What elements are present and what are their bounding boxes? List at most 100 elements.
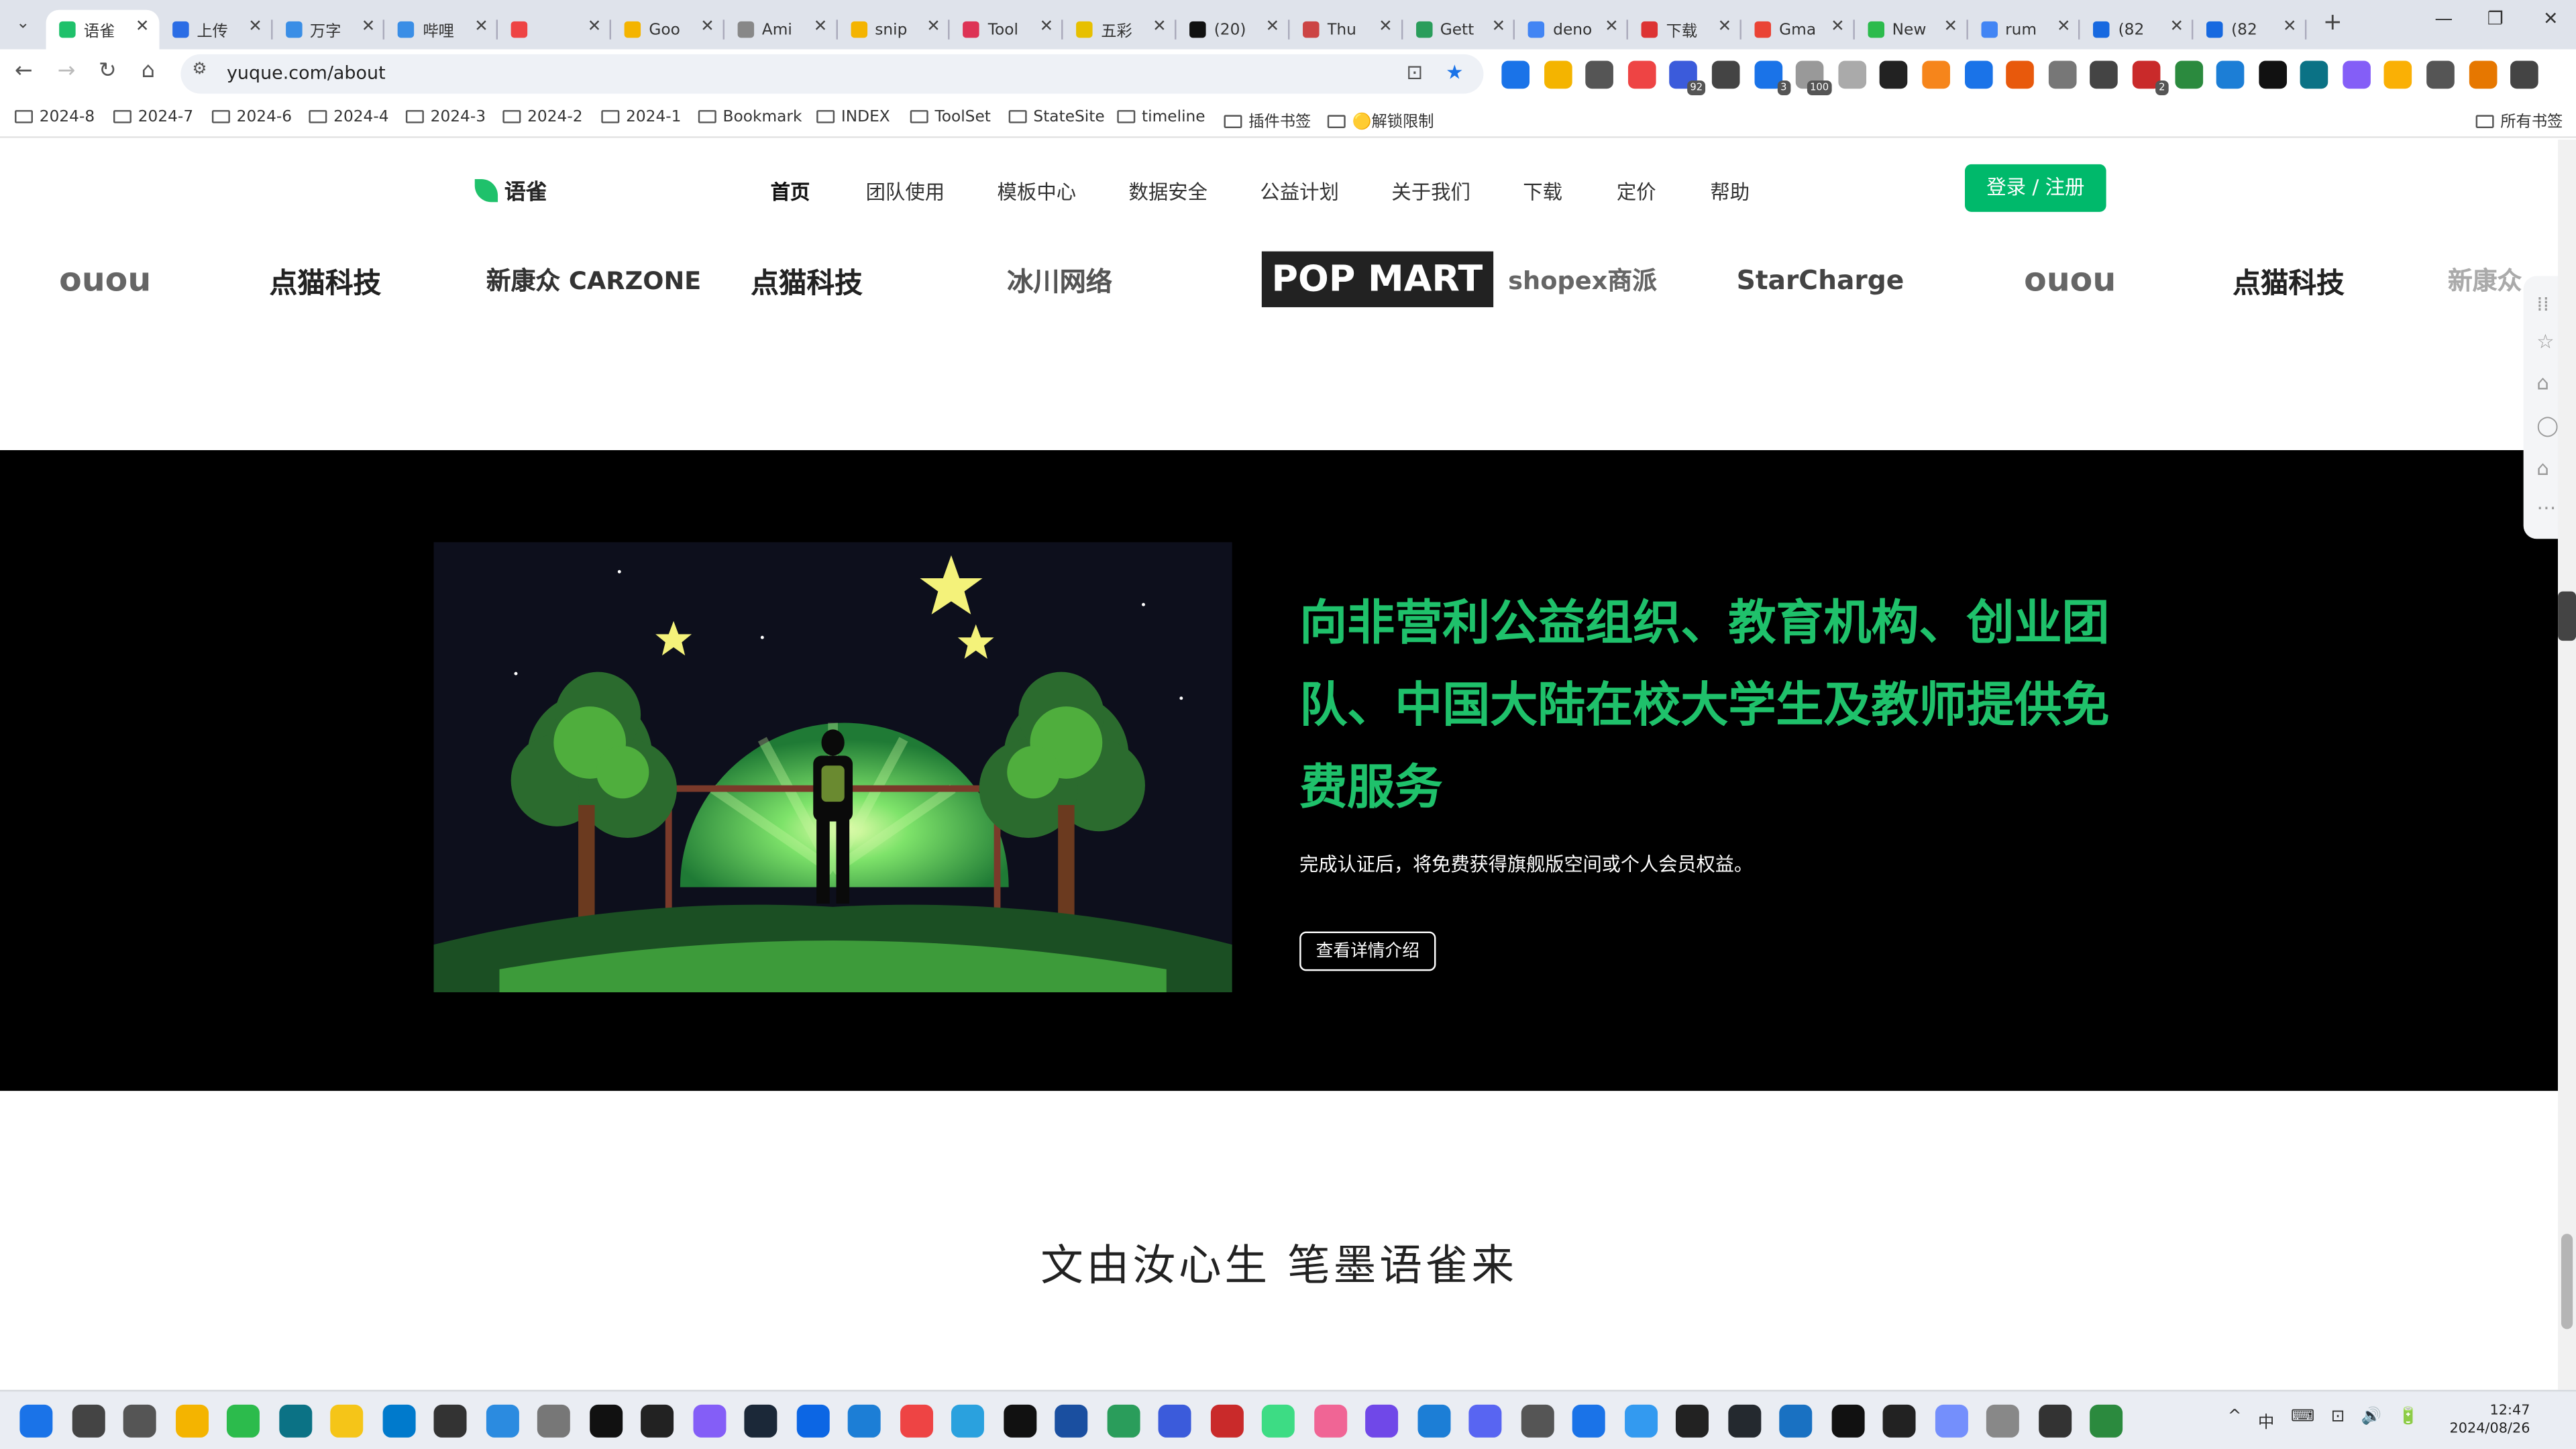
ext-trophy-icon[interactable] — [1585, 60, 1614, 89]
chrome-icon[interactable] — [174, 1404, 208, 1438]
calc-icon[interactable] — [1934, 1404, 1968, 1438]
yuque-logo[interactable]: 语雀 — [474, 174, 547, 205]
browser-tab[interactable]: Thu ✕ — [1289, 10, 1403, 50]
browser-tab[interactable]: 下载 ✕ — [1628, 10, 1741, 50]
tab-search-button[interactable]: ⌄ — [8, 10, 38, 40]
tab-close-icon[interactable]: ✕ — [814, 18, 828, 36]
browser-tab[interactable]: Gma ✕ — [1741, 10, 1855, 50]
browser-tab[interactable]: deno ✕ — [1515, 10, 1629, 50]
dark-icon[interactable] — [1882, 1404, 1916, 1438]
site-menu-item[interactable]: 首页 — [771, 177, 810, 205]
folder-icon[interactable] — [1365, 1404, 1399, 1438]
browser-tab[interactable]: Ami ✕ — [724, 10, 837, 50]
browser-tab[interactable]: snip ✕ — [837, 10, 951, 50]
side-more-icon[interactable]: ⋯ — [2536, 496, 2556, 519]
bookmark-folder[interactable]: 2024-1 — [601, 109, 681, 127]
tab-close-icon[interactable]: ✕ — [248, 18, 262, 36]
ext-shield-icon[interactable] — [2090, 60, 2118, 89]
ext-teal-icon[interactable] — [2300, 60, 2328, 89]
store-icon[interactable] — [847, 1404, 881, 1438]
side-home-icon[interactable]: ⌂ — [2536, 457, 2549, 480]
browser-tab[interactable]: rum ✕ — [1968, 10, 2081, 50]
browser-tab[interactable]: 上传 ✕ — [159, 10, 272, 50]
bookmark-folder[interactable]: timeline — [1117, 109, 1205, 127]
tab-close-icon[interactable]: ✕ — [2170, 18, 2184, 36]
photos-icon[interactable] — [1986, 1404, 2019, 1438]
bookmark-folder[interactable]: 2024-3 — [405, 109, 486, 127]
bookmark-star-icon[interactable]: ★ — [1446, 61, 1463, 84]
browser-tab[interactable]: Tool ✕ — [950, 10, 1063, 50]
browser-tab[interactable]: 万字 ✕ — [272, 10, 386, 50]
bookmark-folder[interactable]: 2024-2 — [502, 109, 583, 127]
tab-close-icon[interactable]: ✕ — [1718, 18, 1732, 36]
back-button[interactable]: ← — [15, 59, 33, 84]
site-menu-item[interactable]: 公益计划 — [1260, 177, 1339, 205]
board-icon[interactable] — [796, 1404, 829, 1438]
tray-icon[interactable]: 🔊 — [2361, 1408, 2381, 1433]
ext-photo-icon[interactable] — [2216, 60, 2245, 89]
site-menu-item[interactable]: 下载 — [1523, 177, 1562, 205]
ext-y-icon[interactable] — [1964, 60, 1992, 89]
check-icon[interactable] — [1417, 1404, 1450, 1438]
restore-button[interactable]: ❐ — [2487, 8, 2504, 30]
notes-icon[interactable] — [641, 1404, 674, 1438]
grid-icon[interactable] — [899, 1404, 932, 1438]
browser-tab[interactable]: Gett ✕ — [1402, 10, 1515, 50]
telegram-icon[interactable] — [951, 1404, 984, 1438]
tab-close-icon[interactable]: ✕ — [700, 18, 714, 36]
ext-2-icon[interactable]: 2 — [2132, 60, 2169, 96]
tab-close-icon[interactable]: ✕ — [588, 18, 602, 36]
github-icon[interactable] — [1727, 1404, 1761, 1438]
site-menu-item[interactable]: 数据安全 — [1128, 177, 1208, 205]
ext-fox-icon[interactable] — [1922, 60, 1950, 89]
ext-dark-icon[interactable] — [1880, 60, 1909, 89]
tab-close-icon[interactable]: ✕ — [2283, 18, 2297, 36]
url-text[interactable]: yuque.com/about — [227, 62, 386, 84]
browser-tab[interactable]: 语雀 ✕ — [46, 9, 160, 50]
forward-button[interactable]: → — [58, 59, 76, 84]
box-icon[interactable] — [1572, 1404, 1605, 1438]
tray-icon[interactable]: 中 — [2258, 1408, 2274, 1433]
ext-m-icon[interactable] — [2048, 60, 2076, 89]
address-bar[interactable]: ⚙ yuque.com/about ⊡ ★ — [180, 54, 1484, 94]
ext-cloud-icon[interactable] — [1711, 60, 1740, 89]
ext-blue-icon[interactable] — [1501, 60, 1530, 89]
browser-tab[interactable]: (82 ✕ — [2194, 10, 2307, 50]
site-menu-item[interactable]: 定价 — [1617, 177, 1656, 205]
bookmark-folder[interactable]: 2024-4 — [309, 109, 389, 127]
ext-star-icon[interactable] — [1544, 60, 1572, 89]
bookmark-folder[interactable]: 2024-8 — [15, 109, 95, 127]
notion-icon[interactable] — [588, 1404, 622, 1438]
vscode-icon[interactable] — [382, 1404, 415, 1438]
ext-menu-icon[interactable] — [2510, 60, 2539, 89]
side-comment-icon[interactable]: ◯ — [2536, 414, 2559, 437]
bookmark-folder[interactable]: 2024-7 — [113, 109, 193, 127]
browser-tab[interactable]: 五彩 ✕ — [1063, 10, 1177, 50]
file-explorer-icon[interactable] — [330, 1404, 364, 1438]
search-icon[interactable] — [71, 1404, 105, 1438]
reload-button[interactable]: ↻ — [99, 59, 117, 84]
install-app-icon[interactable]: ⊡ — [1406, 61, 1423, 84]
browser-tab[interactable]: (82 ✕ — [2080, 10, 2194, 50]
taskbar-clock[interactable]: 12:47 2024/08/26 — [2448, 1403, 2530, 1439]
wechat-icon[interactable] — [226, 1404, 260, 1438]
minimize-button[interactable]: — — [2434, 8, 2453, 30]
ext-bar-icon[interactable] — [2469, 60, 2497, 89]
ext-color-icon[interactable] — [2342, 60, 2371, 89]
ext-pen-icon[interactable] — [2384, 60, 2413, 89]
tray-icon[interactable]: ⌨ — [2291, 1408, 2314, 1433]
tab-close-icon[interactable]: ✕ — [926, 18, 941, 36]
browser-icon[interactable] — [485, 1404, 519, 1438]
vpn-icon[interactable] — [1106, 1404, 1140, 1438]
site-menu-item[interactable]: 关于我们 — [1391, 177, 1470, 205]
ext-puzzle-icon[interactable] — [2426, 60, 2455, 89]
bookmark-folder[interactable]: Bookmark — [698, 109, 802, 127]
tray-icon[interactable]: ^ — [2228, 1408, 2242, 1433]
steam-icon[interactable] — [744, 1404, 777, 1438]
login-register-button[interactable]: 登录 / 注册 — [1965, 164, 2106, 212]
tab-close-icon[interactable]: ✕ — [1266, 18, 1280, 36]
bookmark-folder[interactable]: StateSite — [1008, 109, 1105, 127]
dots-icon[interactable] — [537, 1404, 570, 1438]
android-icon[interactable] — [1261, 1404, 1295, 1438]
browser-tab[interactable]: ✕ — [498, 10, 611, 50]
